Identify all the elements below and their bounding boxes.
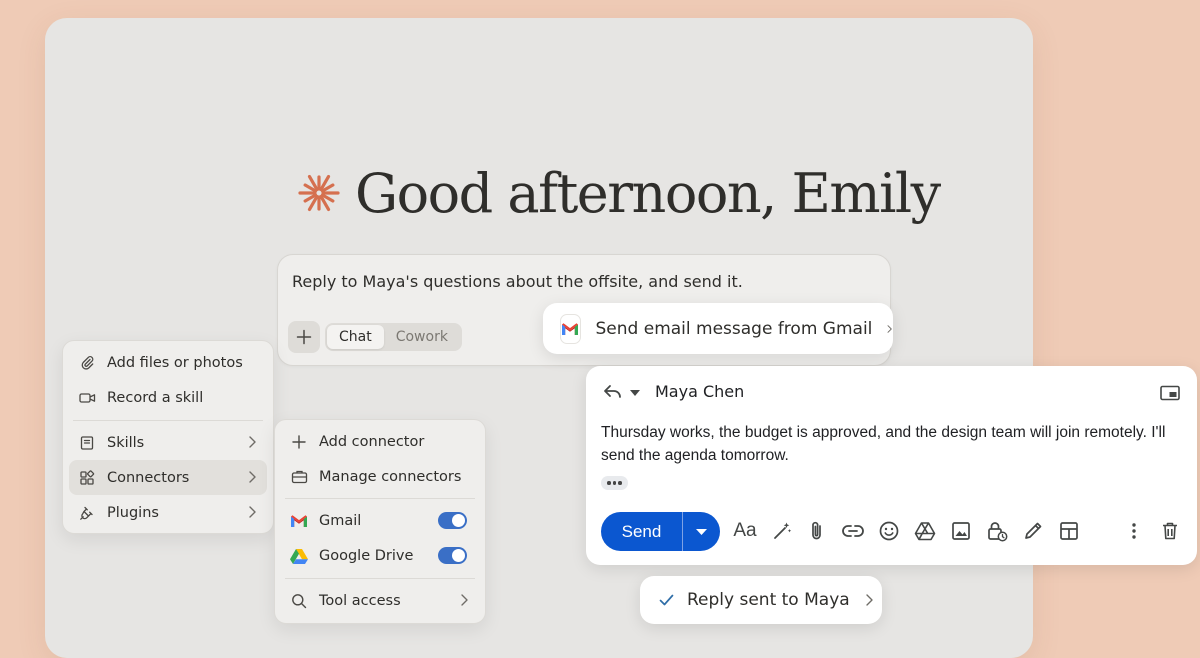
- menu-item-label: Connectors: [107, 469, 190, 486]
- menu-item-gmail[interactable]: Gmail: [281, 503, 479, 538]
- toggle-knob: [452, 514, 465, 527]
- send-options-button[interactable]: [683, 512, 720, 551]
- signature-pen-icon[interactable]: [1020, 518, 1046, 544]
- briefcase-icon: [289, 467, 309, 487]
- menu-item-manage-connectors[interactable]: Manage connectors: [281, 459, 479, 494]
- formatting-label: Aa: [733, 520, 757, 541]
- book-icon: [77, 433, 97, 453]
- show-trimmed-content-button[interactable]: [601, 476, 628, 490]
- popout-icon[interactable]: [1160, 385, 1180, 401]
- chevron-right-icon: [249, 506, 256, 518]
- menu-item-label: Add connector: [319, 433, 425, 450]
- menu-item-tool-access[interactable]: Tool access: [281, 583, 479, 618]
- chevron-right-icon: [249, 436, 256, 448]
- recipient-name[interactable]: Maya Chen: [655, 382, 744, 401]
- chevron-right-icon: [461, 594, 468, 606]
- grid-icon: [77, 468, 97, 488]
- menu-divider: [285, 578, 475, 579]
- prompt-text: Reply to Maya's questions about the offs…: [292, 272, 743, 291]
- mode-chat-tab[interactable]: Chat: [327, 325, 384, 349]
- insert-photo-icon[interactable]: [948, 518, 974, 544]
- send-button-group: Send: [601, 512, 720, 551]
- menu-item-connectors[interactable]: Connectors: [69, 460, 267, 495]
- starburst-logo-icon: [298, 174, 340, 212]
- plus-icon: [296, 329, 312, 345]
- menu-item-label: Manage connectors: [319, 468, 462, 485]
- attach-icon[interactable]: [804, 518, 830, 544]
- google-drive-insert-icon[interactable]: [912, 518, 938, 544]
- connectors-menu: Add connector Manage connectors Gmail Go…: [274, 419, 486, 624]
- add-attachment-button[interactable]: [288, 321, 320, 353]
- menu-item-plugins[interactable]: Plugins: [69, 495, 267, 530]
- greeting: Good afternoon, Emily: [297, 158, 941, 228]
- more-options-icon[interactable]: [1121, 518, 1147, 544]
- plus-icon: [289, 432, 309, 452]
- menu-item-skills[interactable]: Skills: [69, 425, 267, 460]
- menu-item-label: Plugins: [107, 504, 159, 521]
- video-camera-icon: [77, 388, 97, 408]
- menu-item-label: Tool access: [319, 592, 401, 609]
- emoji-icon[interactable]: [876, 518, 902, 544]
- tool-call-card[interactable]: Send email message from Gmail: [543, 303, 893, 354]
- magic-wand-icon[interactable]: [769, 518, 795, 544]
- mode-toggle: Chat Cowork: [325, 323, 462, 351]
- google-drive-icon: [289, 546, 309, 566]
- trash-icon[interactable]: [1157, 518, 1183, 544]
- gmail-icon: [289, 511, 309, 531]
- chevron-right-icon: [249, 471, 256, 483]
- chevron-right-icon: [865, 594, 873, 606]
- confidential-mode-icon[interactable]: [984, 518, 1010, 544]
- result-card[interactable]: Reply sent to Maya: [640, 576, 882, 624]
- check-icon: [659, 594, 674, 606]
- menu-divider: [285, 498, 475, 499]
- plug-icon: [77, 503, 97, 523]
- search-icon: [289, 591, 309, 611]
- menu-item-add-files[interactable]: Add files or photos: [69, 345, 267, 380]
- mode-cowork-tab[interactable]: Cowork: [384, 325, 460, 349]
- attach-menu: Add files or photos Record a skill Skill…: [62, 340, 274, 534]
- menu-item-google-drive[interactable]: Google Drive: [281, 538, 479, 573]
- menu-item-label: Skills: [107, 434, 145, 451]
- toggle-knob: [452, 549, 465, 562]
- google-drive-toggle[interactable]: [438, 547, 467, 564]
- formatting-button[interactable]: Aa: [731, 518, 759, 544]
- gmail-toggle[interactable]: [438, 512, 467, 529]
- paperclip-icon: [77, 353, 97, 373]
- reply-icon[interactable]: [603, 384, 623, 400]
- menu-item-label: Google Drive: [319, 547, 414, 564]
- email-body[interactable]: Thursday works, the budget is approved, …: [601, 422, 1181, 467]
- menu-item-add-connector[interactable]: Add connector: [281, 424, 479, 459]
- tool-call-label: Send email message from Gmail: [595, 318, 873, 339]
- chevron-right-icon: [887, 324, 893, 333]
- greeting-title: Good afternoon, Emily: [355, 161, 941, 225]
- menu-item-label: Record a skill: [107, 389, 204, 406]
- caret-down-icon: [696, 528, 707, 535]
- email-compose-card: Maya Chen Thursday works, the budget is …: [586, 366, 1197, 565]
- caret-down-icon[interactable]: [630, 390, 640, 396]
- menu-item-record-skill[interactable]: Record a skill: [69, 380, 267, 415]
- gmail-icon: [560, 313, 581, 344]
- menu-divider: [73, 420, 263, 421]
- link-icon[interactable]: [840, 518, 866, 544]
- menu-item-label: Gmail: [319, 512, 362, 529]
- menu-item-label: Add files or photos: [107, 354, 243, 371]
- result-label: Reply sent to Maya: [687, 590, 850, 610]
- send-button[interactable]: Send: [601, 512, 682, 551]
- layout-template-icon[interactable]: [1056, 518, 1082, 544]
